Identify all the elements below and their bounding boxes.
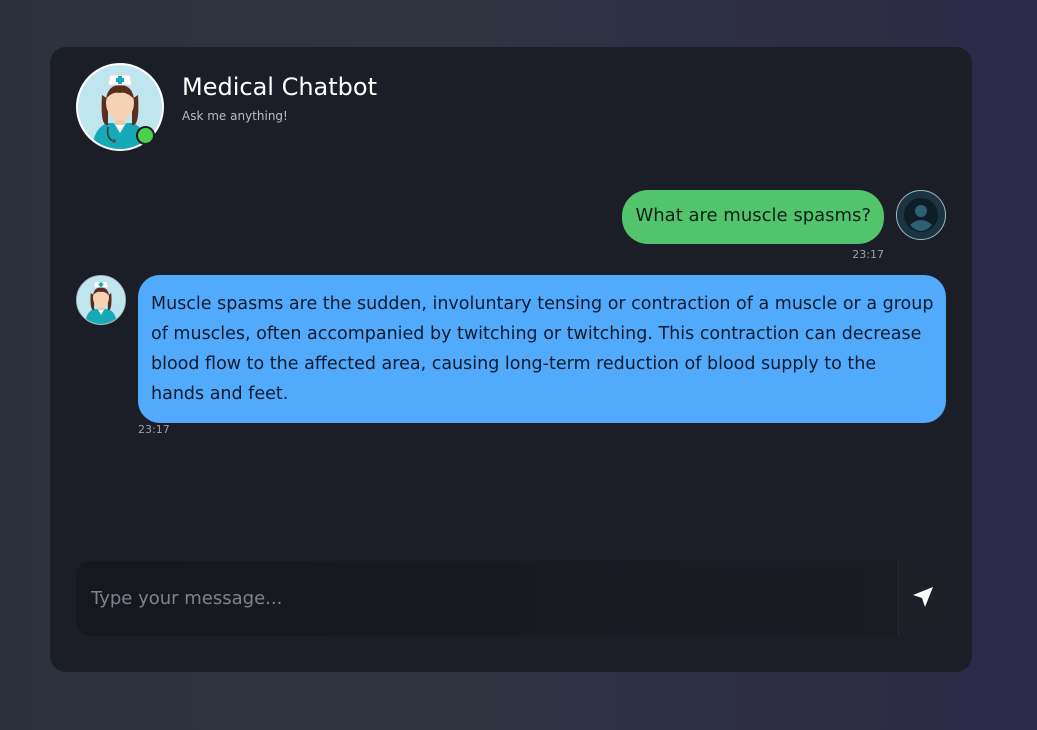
send-icon (911, 585, 935, 613)
nurse-avatar-icon (76, 275, 126, 325)
online-status-dot (136, 126, 155, 145)
user-message-bubble: What are muscle spasms? (622, 190, 884, 244)
chat-subtitle: Ask me anything! (182, 109, 288, 123)
send-button[interactable] (898, 561, 946, 636)
user-message-time: 23:17 (852, 248, 884, 261)
bot-message-bubble: Muscle spasms are the sudden, involuntar… (138, 275, 946, 423)
bot-message-time: 23:17 (138, 423, 170, 436)
message-composer (76, 561, 946, 636)
chat-title: Medical Chatbot (182, 73, 377, 101)
message-input[interactable] (76, 561, 898, 636)
chat-card: Medical Chatbot Ask me anything! What ar… (50, 47, 972, 672)
user-avatar-icon (896, 190, 946, 240)
